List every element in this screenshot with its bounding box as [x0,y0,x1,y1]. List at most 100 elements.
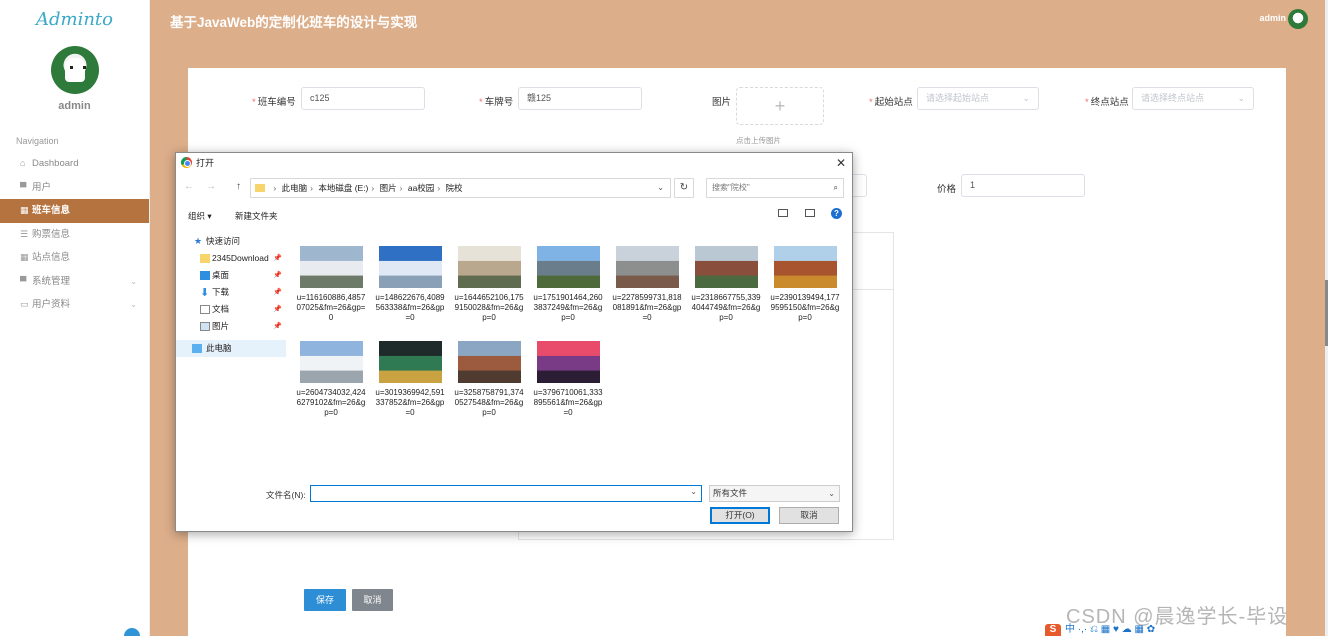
sogou-icon: S [1045,624,1061,636]
brand-logo[interactable]: Adminto [0,0,149,40]
open-button[interactable]: 打开(O) [710,507,770,524]
sidebar-item-label: 站点信息 [32,252,71,263]
file-name: u=1751901464,2603837249&fm=26&gp=0 [533,293,603,322]
avatar[interactable] [50,46,99,94]
tree-item-quick-access[interactable]: ★ 快速访问 [176,233,286,250]
sidebar-item-system[interactable]: ▀ 系统管理 ⌄ [0,270,149,294]
help-icon[interactable]: ? [831,208,842,219]
file-item[interactable]: u=2318667755,3394044749&fm=26&gp=0 [691,246,761,323]
close-icon[interactable]: ✕ [836,153,846,173]
end-station-select[interactable]: 请选择终点站点 ⌄ [1132,87,1254,110]
file-item[interactable]: u=1751901464,2603837249&fm=26&gp=0 [533,246,603,323]
sidebar-item-label: Dashboard [32,158,79,169]
preview-pane-icon[interactable] [804,209,815,217]
bus-no-label: * 班车编号 [252,97,296,108]
page-title: 基于JavaWeb的定制化班车的设计与实现 [170,15,418,30]
organize-button[interactable]: 组织 ▾ [188,210,212,222]
topbar-avatar[interactable] [1288,9,1308,29]
image-thumbnail [299,246,363,288]
sidebar-item-bus-info[interactable]: ▦ 班车信息 [0,199,149,223]
tree-item-documents[interactable]: 文档 📌 [176,301,286,318]
file-open-dialog: 打开 ✕ ← → ↑ › 此电脑 › 本地磁盘 (E:) › 图片 › aa校园 › 院… [175,152,853,532]
cancel-button[interactable]: 取消 [352,589,393,611]
price-input[interactable]: 1 [961,174,1085,197]
image-thumbnail [536,246,600,288]
grid-icon: ▦ [20,205,29,215]
pin-icon: 📌 [273,272,282,279]
chevron-down-icon[interactable]: ⌄ [690,487,697,496]
sidebar-item-label: 班车信息 [32,205,71,216]
file-name: u=2278599731,818081891&fm=26&gp=0 [612,293,682,322]
image-thumbnail [694,246,758,288]
sidebar-item-users[interactable]: ▀ 用户 [0,176,149,200]
tree-item-desktop[interactable]: 桌面 📌 [176,267,286,284]
floating-button[interactable] [124,628,140,636]
breadcrumb-item[interactable]: 图片 [380,183,397,193]
filetype-select[interactable]: 所有文件 ⌄ [709,485,840,502]
dialog-bottom: 文件名(N): ⌄ 所有文件 ⌄ 打开(O) 取消 [176,483,852,533]
save-button[interactable]: 保存 [304,589,346,611]
sidebar-item-ticket-info[interactable]: ☰ 购票信息 [0,223,149,247]
sidebar-item-profile[interactable]: ▭ 用户资料 ⌄ [0,293,149,317]
image-thumbnail [457,246,521,288]
dialog-cancel-button[interactable]: 取消 [779,507,839,524]
sidebar-item-label: 用户资料 [32,299,71,310]
view-controls: ? [772,208,842,219]
file-item[interactable]: u=2604734032,4246279102&fm=26&gp=0 [296,341,366,418]
chevron-down-icon[interactable]: ⌄ [657,179,664,197]
sidebar-username: admin [58,100,91,112]
file-name: u=148622676,4089563338&fm=26&gp=0 [375,293,445,322]
file-item[interactable]: u=3258758791,3740527548&fm=26&gp=0 [454,341,524,418]
bus-no-input[interactable]: c125 [301,87,425,110]
forward-arrow-icon[interactable]: → [206,181,216,192]
search-icon: ⌕ [833,183,838,192]
file-item[interactable]: u=2278599731,818081891&fm=26&gp=0 [612,246,682,323]
folder-icon [200,254,210,263]
topbar-username[interactable]: admin [1259,13,1286,23]
file-item[interactable]: u=3796710061,333895561&fm=26&gp=0 [533,341,603,418]
view-mode-icon[interactable] [778,209,789,217]
tree-item-pictures[interactable]: 图片 📌 [176,318,286,335]
breadcrumb-item[interactable]: 本地磁盘 (E:) [318,183,368,193]
refresh-icon[interactable]: ↻ [674,178,694,198]
image-thumbnail [378,246,442,288]
image-upload[interactable]: + [736,87,824,125]
file-item[interactable]: u=3019369942,591337852&fm=26&gp=0 [375,341,445,418]
dialog-toolbar: 组织 ▾ 新建文件夹 ? [176,207,852,225]
filename-input[interactable]: ⌄ [310,485,702,502]
plate-label: * 车牌号 [479,97,514,108]
price-label: 价格 [937,184,957,195]
file-name: u=2390139494,1779595150&fm=26&gp=0 [770,293,840,322]
tree-item-this-pc[interactable]: 此电脑 [176,340,286,357]
breadcrumb-item[interactable]: 院校 [446,183,463,193]
pin-icon: 📌 [273,306,282,313]
start-station-select[interactable]: 请选择起始站点 ⌄ [917,87,1039,110]
plate-input[interactable]: 赣125 [518,87,642,110]
file-item[interactable]: u=148622676,4089563338&fm=26&gp=0 [375,246,445,323]
file-name: u=2604734032,4246279102&fm=26&gp=0 [296,388,366,417]
file-name: u=2318667755,3394044749&fm=26&gp=0 [691,293,761,322]
pin-icon: 📌 [273,323,282,330]
address-bar[interactable]: › 此电脑 › 本地磁盘 (E:) › 图片 › aa校园 › 院校 ⌄ [250,178,671,198]
new-folder-button[interactable]: 新建文件夹 [235,210,278,222]
sidebar-item-station-info[interactable]: ▦ 站点信息 [0,246,149,270]
card-icon: ▭ [20,299,29,309]
sidebar-item-dashboard[interactable]: ⌂ Dashboard [0,152,149,176]
file-item[interactable]: u=116160886,485707025&fm=26&gp=0 [296,246,366,323]
ime-toolbar[interactable]: S中 ·,· ⎌ ▦ ♥ ☁ ▦ ✿ [1045,620,1155,636]
breadcrumb-item[interactable]: 此电脑 [282,183,308,193]
sidebar-item-label: 系统管理 [32,275,71,287]
file-item[interactable]: u=1644652106,1759150028&fm=26&gp=0 [454,246,524,323]
search-input[interactable]: 搜索"院校" ⌕ [706,178,844,198]
file-name: u=3258758791,3740527548&fm=26&gp=0 [454,388,524,417]
breadcrumb-item[interactable]: aa校园 [408,183,434,193]
tree-item-downloads[interactable]: ⬇ 下载 📌 [176,284,286,301]
back-arrow-icon[interactable]: ← [184,181,194,192]
file-item[interactable]: u=2390139494,1779595150&fm=26&gp=0 [770,246,840,323]
tree-item-downloads-2345[interactable]: 2345Download 📌 [176,250,286,267]
up-arrow-icon[interactable]: ↑ [236,181,241,192]
list-icon: ☰ [20,228,29,239]
file-name: u=3796710061,333895561&fm=26&gp=0 [533,388,603,417]
nav-section-title: Navigation [16,136,59,146]
folder-icon [255,184,265,192]
